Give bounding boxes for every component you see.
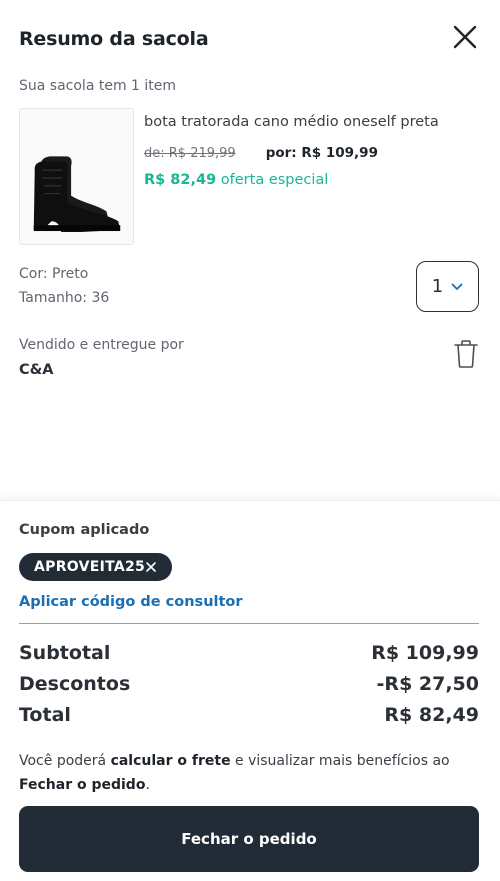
seller-name: C&A (19, 362, 54, 378)
product-color: Cor: Preto (19, 266, 89, 282)
product-size: Tamanho: 36 (19, 290, 110, 306)
seller-label: Vendido e entregue por (19, 337, 184, 353)
close-icon[interactable] (451, 23, 479, 51)
subtotal-value: R$ 109,99 (371, 641, 479, 664)
product-prices: de: R$ 219,99 por: R$ 109,99 (144, 145, 378, 161)
note-bold: calcular o frete (110, 753, 231, 769)
discount-row: Descontos -R$ 27,50 (19, 668, 479, 699)
total-row: Total R$ 82,49 (19, 699, 479, 730)
special-price: R$ 82,49 (144, 172, 217, 188)
quantity-select[interactable]: 1 (416, 261, 479, 312)
coupon-chip: APROVEITA25 (19, 553, 172, 581)
total-label: Total (19, 703, 71, 726)
product-attributes: Cor: Preto Tamanho: 36 (19, 262, 109, 310)
quantity-value: 1 (431, 276, 444, 297)
coupon-code: APROVEITA25 (34, 559, 146, 575)
discount-label: Descontos (19, 672, 131, 695)
subtotal-label: Subtotal (19, 641, 111, 664)
divider (19, 623, 479, 624)
bag-item-count: Sua sacola tem 1 item (19, 78, 177, 94)
note-bold: Fechar o pedido (19, 777, 146, 793)
coupon-label: Cupom aplicado (19, 522, 150, 538)
trash-icon[interactable] (452, 339, 480, 369)
note-text: Você poderá (19, 753, 111, 769)
product-name[interactable]: bota tratorada cano médio oneself preta (144, 114, 439, 130)
old-price: de: R$ 219,99 (144, 146, 236, 161)
order-summary-panel: Cupom aplicado APROVEITA25 Aplicar códig… (0, 500, 500, 881)
boot-image (20, 109, 133, 244)
total-value: R$ 82,49 (384, 703, 479, 726)
checkout-button[interactable]: Fechar o pedido (19, 806, 479, 872)
chevron-down-icon (451, 283, 463, 290)
special-offer-label: oferta especial (220, 172, 329, 188)
shipping-note: Você poderá calcular o frete e visualiza… (19, 749, 450, 797)
page-title: Resumo da sacola (19, 28, 209, 50)
header: Resumo da sacola (19, 25, 481, 56)
subtotal-row: Subtotal R$ 109,99 (19, 637, 479, 668)
discount-value: -R$ 27,50 (376, 672, 479, 695)
apply-consultant-code-link[interactable]: Aplicar código de consultor (19, 594, 243, 610)
totals: Subtotal R$ 109,99 Descontos -R$ 27,50 T… (19, 637, 479, 730)
close-icon[interactable] (144, 560, 158, 574)
special-offer: R$ 82,49 oferta especial (144, 172, 328, 188)
note-text: e visualizar mais benefícios ao (230, 753, 450, 769)
current-price: por: R$ 109,99 (265, 145, 378, 161)
product-image[interactable] (19, 108, 134, 245)
note-text: . (145, 777, 150, 793)
